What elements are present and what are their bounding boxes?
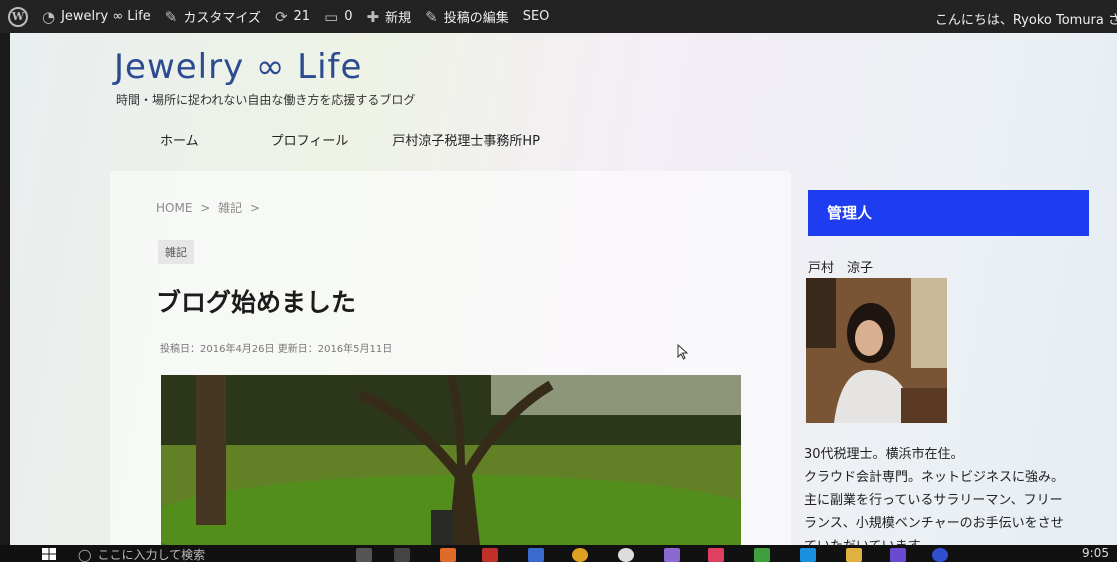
wordpress-icon: W bbox=[8, 6, 28, 27]
bio-line: 主に副業を行っているサラリーマン、フリー bbox=[804, 493, 1063, 508]
windows-start-icon[interactable] bbox=[42, 548, 56, 560]
bio-line: ていただいています。 bbox=[804, 535, 1084, 545]
site-name-label: Jewelry ∞ Life bbox=[61, 9, 151, 24]
nav-item-office-hp[interactable]: 戸村涼子税理士事務所HP bbox=[392, 130, 540, 149]
task-view-icon[interactable] bbox=[394, 548, 410, 562]
taskbar-clock[interactable]: 9:05 bbox=[1082, 546, 1109, 560]
account-greeting[interactable]: こんにちは、Ryoko Tomura さ bbox=[935, 9, 1117, 28]
bio-line: クラウド会計専門。ネットビジネスに強み。 bbox=[804, 470, 1065, 485]
updates-count: 21 bbox=[293, 9, 311, 24]
comments-menu[interactable]: ▭ 0 bbox=[324, 8, 352, 26]
app-icon[interactable] bbox=[528, 548, 544, 562]
app-icon[interactable] bbox=[440, 548, 456, 562]
folder-icon[interactable] bbox=[846, 548, 862, 562]
dashboard-icon: ◔ bbox=[42, 7, 56, 26]
app-icon[interactable] bbox=[708, 548, 724, 562]
search-icon: ◯ bbox=[78, 547, 92, 562]
seo-label: SEO bbox=[522, 9, 550, 24]
category-badge[interactable]: 雑記 bbox=[158, 240, 194, 264]
wp-admin-bar: W ◔ Jewelry ∞ Life ✎ カスタマイズ ⟳ 21 ▭ 0 ✚ 新… bbox=[0, 0, 1117, 33]
breadcrumb-home[interactable]: HOME bbox=[156, 201, 192, 215]
author-bio: 30代税理士。横浜市在住。 クラウド会計専門。ネットビジネスに強み。 主に副業を… bbox=[804, 443, 1084, 545]
help-icon[interactable] bbox=[932, 548, 948, 562]
post-meta-dates: 投稿日：2016年4月26日 更新日：2016年5月11日 bbox=[160, 344, 393, 355]
sidebar-heading: 管理人 bbox=[808, 190, 1089, 236]
mouse-cursor-icon bbox=[677, 344, 689, 360]
updates-menu[interactable]: ⟳ 21 bbox=[275, 8, 310, 26]
chrome-icon[interactable] bbox=[572, 548, 588, 562]
nav-item-profile[interactable]: プロフィール bbox=[271, 130, 349, 149]
plus-icon: ✚ bbox=[366, 7, 380, 26]
site-description: 時間・場所に捉われない自由な働き方を応援するブログ bbox=[116, 93, 416, 107]
tree-photo bbox=[161, 375, 741, 545]
author-portrait bbox=[806, 278, 947, 423]
app-icon[interactable] bbox=[754, 548, 770, 562]
pencil-icon: ✎ bbox=[425, 7, 438, 26]
refresh-icon: ⟳ bbox=[274, 7, 288, 26]
wp-logo-menu[interactable]: W bbox=[8, 6, 28, 27]
microphone-icon[interactable] bbox=[356, 548, 372, 562]
author-name: 戸村 涼子 bbox=[808, 261, 874, 276]
windows-taskbar: ◯ ここに入力して検索 9:05 bbox=[0, 545, 1117, 562]
app-icon[interactable] bbox=[482, 548, 498, 562]
breadcrumb: HOME > 雑記 > bbox=[156, 199, 264, 216]
breadcrumb-sep: > bbox=[249, 201, 261, 215]
customize-label: カスタマイズ bbox=[183, 11, 261, 26]
post-title: ブログ始めました bbox=[156, 288, 357, 317]
bio-line: 30代税理士。横浜市在住。 bbox=[804, 447, 964, 462]
customize-menu[interactable]: ✎ カスタマイズ bbox=[164, 7, 261, 27]
new-label: 新規 bbox=[385, 11, 412, 26]
breadcrumb-sep: > bbox=[200, 201, 211, 215]
bio-line: ランス、小規模ベンチャーのお手伝いをさせ bbox=[804, 516, 1064, 531]
seo-menu[interactable]: SEO bbox=[523, 9, 550, 24]
breadcrumb-category[interactable]: 雑記 bbox=[218, 201, 242, 215]
site-name-menu[interactable]: ◔ Jewelry ∞ Life bbox=[42, 8, 151, 26]
global-nav: ホーム プロフィール 戸村涼子税理士事務所HP bbox=[160, 130, 612, 149]
brush-icon: ✎ bbox=[164, 7, 178, 26]
app-icon[interactable] bbox=[664, 548, 680, 562]
site-canvas: Jewelry ∞ Life 時間・場所に捉われない自由な働き方を応援するブログ… bbox=[10, 33, 1117, 545]
new-content-menu[interactable]: ✚ 新規 bbox=[366, 7, 412, 27]
nav-item-home[interactable]: ホーム bbox=[160, 130, 199, 149]
site-title[interactable]: Jewelry ∞ Life bbox=[114, 47, 362, 87]
app-icon[interactable] bbox=[618, 548, 634, 562]
app-icon[interactable] bbox=[890, 548, 906, 562]
search-placeholder: ここに入力して検索 bbox=[97, 548, 206, 562]
eyecatch-image bbox=[161, 375, 741, 545]
edit-post-label: 投稿の編集 bbox=[443, 11, 509, 26]
taskbar-search[interactable]: ◯ ここに入力して検索 bbox=[78, 546, 205, 562]
skype-icon[interactable] bbox=[800, 548, 816, 562]
comment-icon: ▭ bbox=[324, 7, 339, 26]
author-photo bbox=[806, 278, 947, 423]
comments-count: 0 bbox=[344, 9, 353, 24]
edit-post-menu[interactable]: ✎ 投稿の編集 bbox=[425, 7, 509, 27]
